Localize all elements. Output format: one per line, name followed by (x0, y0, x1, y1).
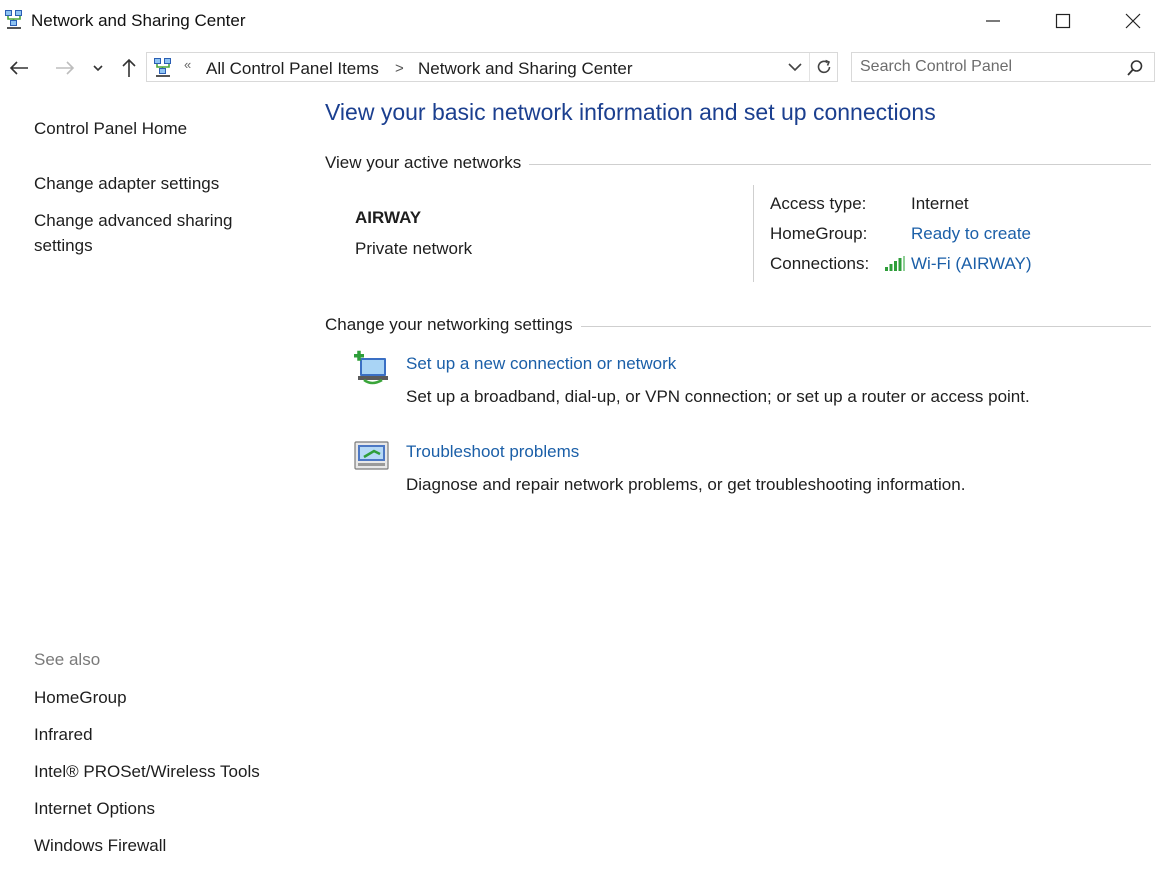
see-also-intel-proset[interactable]: Intel® PROSet/Wireless Tools (34, 759, 260, 784)
homegroup-label: HomeGroup: (770, 224, 868, 243)
title-bar: Network and Sharing Center (0, 0, 1156, 42)
up-arrow-icon (122, 58, 136, 77)
maximize-button[interactable] (1040, 0, 1086, 42)
setup-new-connection-description: Set up a broadband, dial-up, or VPN conn… (406, 387, 1030, 406)
breadcrumb-all-control-panel-items[interactable]: All Control Panel Items (206, 59, 379, 79)
breadcrumb-separator[interactable]: > (395, 60, 404, 77)
breadcrumb-network-and-sharing-center[interactable]: Network and Sharing Center (418, 59, 633, 79)
network-divider (753, 185, 754, 282)
address-bar[interactable]: « All Control Panel Items > Network and … (146, 52, 838, 82)
see-also-internet-options[interactable]: Internet Options (34, 796, 155, 821)
minimize-icon (986, 20, 1000, 22)
chevron-down-icon (93, 65, 103, 72)
troubleshoot-problems-description: Diagnose and repair network problems, or… (406, 475, 966, 494)
network-name: AIRWAY (355, 208, 422, 227)
see-also-homegroup[interactable]: HomeGroup (34, 685, 127, 710)
networking-settings-heading: Change your networking settings (325, 315, 581, 335)
minimize-button[interactable] (970, 0, 1016, 42)
network-control-panel-icon (5, 10, 22, 29)
sidebar-control-panel-home[interactable]: Control Panel Home (34, 116, 187, 141)
close-icon (1125, 13, 1141, 29)
address-divider (809, 53, 810, 81)
search-icon[interactable] (1126, 59, 1144, 77)
recent-locations-button[interactable] (88, 55, 108, 81)
search-input[interactable] (860, 56, 1120, 78)
homegroup-link[interactable]: Ready to create (911, 224, 1031, 244)
sidebar-change-adapter-settings[interactable]: Change adapter settings (34, 171, 219, 196)
forward-button[interactable] (52, 55, 78, 81)
refresh-icon (817, 59, 831, 74)
maximize-icon (1055, 13, 1071, 29)
forward-arrow-icon (56, 61, 75, 75)
new-connection-icon[interactable] (352, 350, 392, 386)
see-also-windows-firewall[interactable]: Windows Firewall (34, 833, 166, 858)
back-button[interactable] (6, 55, 32, 81)
troubleshoot-problems-link[interactable]: Troubleshoot problems (406, 442, 579, 462)
sidebar-change-advanced-sharing-settings[interactable]: Change advanced sharing settings (34, 208, 264, 258)
chevron-down-icon (788, 63, 802, 72)
see-also-infrared[interactable]: Infrared (34, 722, 93, 747)
wifi-connection-link[interactable]: Wi-Fi (AIRWAY) (911, 254, 1032, 274)
page-title: View your basic network information and … (325, 99, 936, 125)
troubleshoot-icon[interactable] (354, 440, 390, 472)
refresh-button[interactable] (815, 58, 835, 78)
wifi-signal-icon (885, 256, 905, 271)
up-button[interactable] (116, 55, 142, 81)
see-also-heading: See also (34, 650, 101, 669)
breadcrumb-overflow[interactable]: « (184, 57, 191, 72)
access-type-value: Internet (911, 194, 969, 213)
back-arrow-icon (9, 61, 28, 75)
network-category: Private network (355, 239, 473, 258)
access-type-label: Access type: (770, 194, 867, 213)
window-title: Network and Sharing Center (31, 11, 246, 30)
connections-label: Connections: (770, 254, 870, 273)
setup-new-connection-link[interactable]: Set up a new connection or network (406, 354, 676, 374)
network-control-panel-icon (154, 58, 171, 77)
search-box[interactable] (851, 52, 1155, 82)
address-dropdown-button[interactable] (787, 60, 805, 76)
active-networks-heading: View your active networks (325, 153, 530, 173)
close-button[interactable] (1110, 0, 1156, 42)
